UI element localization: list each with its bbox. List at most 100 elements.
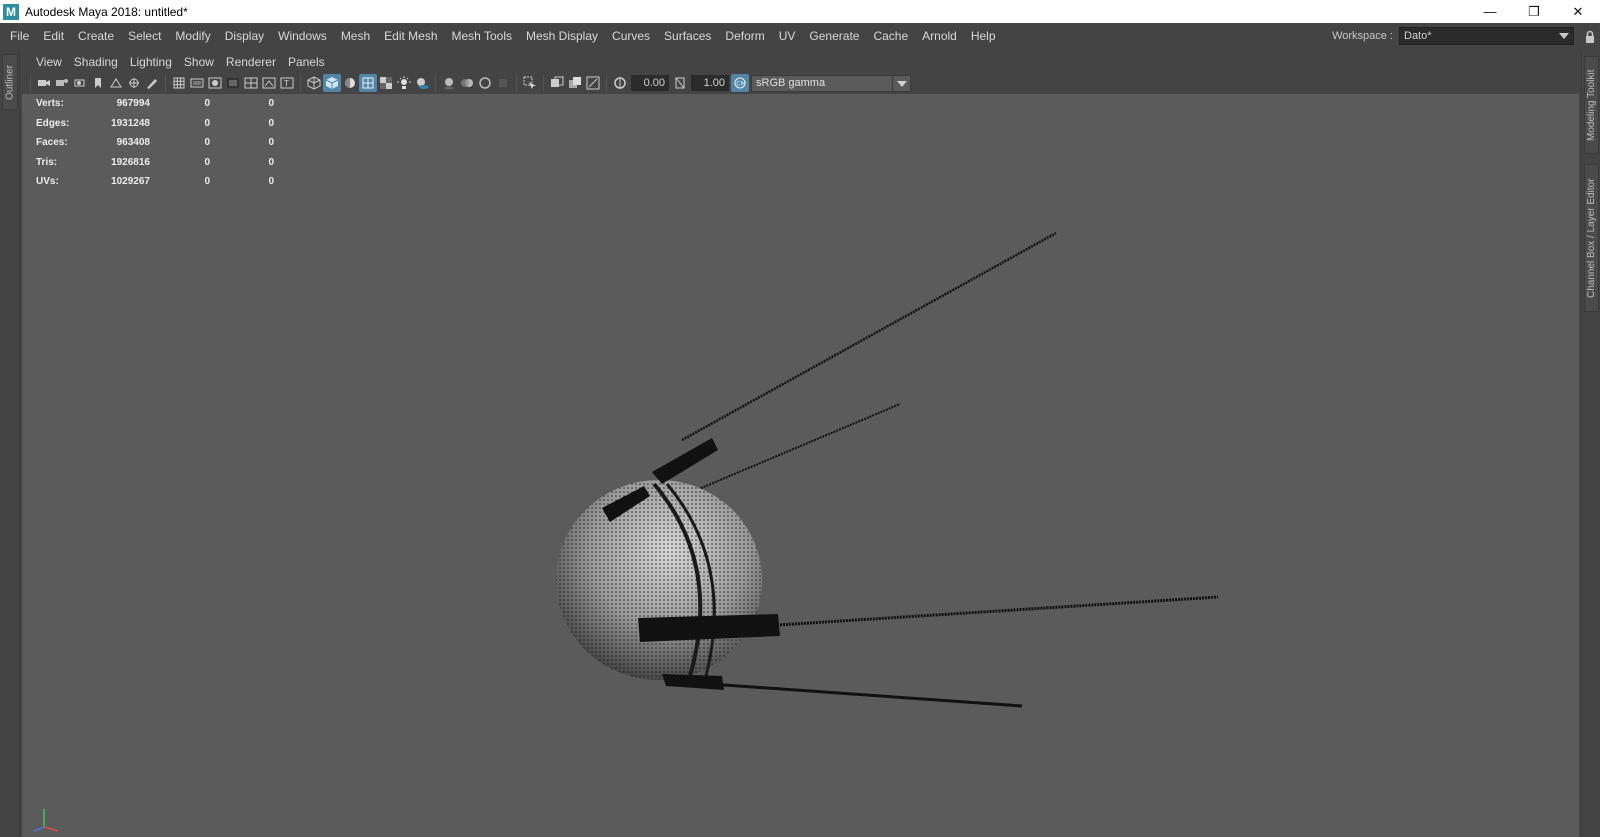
- panel-menu-lighting[interactable]: Lighting: [124, 52, 178, 72]
- gate-mask-icon[interactable]: [224, 74, 242, 92]
- lock-icon[interactable]: [1580, 23, 1600, 49]
- menu-file[interactable]: File: [0, 23, 36, 49]
- title-bar: M Autodesk Maya 2018: untitled* — ❐ ✕: [0, 0, 1600, 23]
- field-chart-icon[interactable]: [242, 74, 260, 92]
- svg-text:CM: CM: [736, 81, 745, 88]
- toolbar-divider: [516, 75, 517, 91]
- film-gate-icon[interactable]: [188, 74, 206, 92]
- sphere-wireframe: [556, 480, 762, 680]
- textured-icon[interactable]: [377, 74, 395, 92]
- multisample-aa-icon[interactable]: [476, 74, 494, 92]
- menu-mesh-tools[interactable]: Mesh Tools: [445, 23, 519, 49]
- gamma-field[interactable]: 1.00: [691, 75, 729, 91]
- svg-text:T: T: [283, 79, 289, 88]
- menu-display[interactable]: Display: [218, 23, 271, 49]
- menu-surfaces[interactable]: Surfaces: [657, 23, 718, 49]
- toolbar-divider: [606, 75, 607, 91]
- exposure-icon[interactable]: [611, 74, 629, 92]
- panel-menu-shading[interactable]: Shading: [68, 52, 124, 72]
- window-controls: — ❐ ✕: [1468, 0, 1600, 23]
- menu-generate[interactable]: Generate: [802, 23, 866, 49]
- chevron-down-icon: [892, 75, 910, 91]
- panel-menu-view[interactable]: View: [30, 52, 68, 72]
- panel-menu-show[interactable]: Show: [178, 52, 220, 72]
- menu-arnold[interactable]: Arnold: [915, 23, 964, 49]
- xray-joints-icon[interactable]: [584, 74, 602, 92]
- menu-select[interactable]: Select: [121, 23, 168, 49]
- antenna: [686, 403, 901, 495]
- toolbar-divider: [30, 75, 31, 91]
- restore-button[interactable]: ❐: [1512, 0, 1556, 23]
- motion-blur-icon[interactable]: [458, 74, 476, 92]
- color-management-icon[interactable]: CM: [731, 74, 749, 92]
- antenna: [681, 231, 1057, 442]
- use-all-lights-icon[interactable]: [395, 74, 413, 92]
- panel-menu-renderer[interactable]: Renderer: [220, 52, 282, 72]
- menu-help[interactable]: Help: [964, 23, 1003, 49]
- right-tool-strip: Modeling Toolkit Channel Box / Layer Edi…: [1581, 52, 1600, 837]
- viewport-panel: View Shading Lighting Show Renderer Pane…: [22, 52, 1579, 837]
- screen-space-ao-icon[interactable]: [440, 74, 458, 92]
- antenna-mount: [652, 438, 718, 484]
- maya-logo-icon: M: [3, 3, 19, 20]
- grid-icon[interactable]: [170, 74, 188, 92]
- image-plane-icon[interactable]: [107, 74, 125, 92]
- menu-windows[interactable]: Windows: [271, 23, 334, 49]
- exposure-field[interactable]: 0.00: [631, 75, 669, 91]
- antenna: [761, 595, 1219, 628]
- wireframe-icon[interactable]: [305, 74, 323, 92]
- menu-curves[interactable]: Curves: [605, 23, 657, 49]
- axis-gizmo-icon: [33, 809, 59, 832]
- menu-mesh[interactable]: Mesh: [334, 23, 377, 49]
- antenna-mount: [638, 614, 780, 642]
- menu-create[interactable]: Create: [71, 23, 121, 49]
- xray-active-components-icon[interactable]: [566, 74, 584, 92]
- toolbar-divider: [165, 75, 166, 91]
- sputnik-model[interactable]: [22, 94, 1579, 837]
- close-button[interactable]: ✕: [1556, 0, 1600, 23]
- 3d-viewport[interactable]: Verts: 967994 0 0 Edges: 1931248 0 0 Fac…: [22, 94, 1579, 837]
- menu-edit-mesh[interactable]: Edit Mesh: [377, 23, 444, 49]
- gamma-icon[interactable]: [671, 74, 689, 92]
- depth-of-field-icon[interactable]: [494, 74, 512, 92]
- channel-box-tab[interactable]: Channel Box / Layer Editor: [1584, 164, 1599, 312]
- bookmark-icon[interactable]: [89, 74, 107, 92]
- workspace-value: Dato*: [1404, 30, 1432, 42]
- resolution-gate-icon[interactable]: [206, 74, 224, 92]
- left-tool-strip: Outliner: [0, 52, 20, 837]
- menu-edit[interactable]: Edit: [36, 23, 71, 49]
- workspace-label: Workspace :: [1332, 30, 1393, 42]
- toolbar-divider: [300, 75, 301, 91]
- shadows-icon[interactable]: [413, 74, 431, 92]
- default-material-icon[interactable]: [341, 74, 359, 92]
- xray-icon[interactable]: [548, 74, 566, 92]
- menu-mesh-display[interactable]: Mesh Display: [519, 23, 605, 49]
- camera-attributes-icon[interactable]: [71, 74, 89, 92]
- chevron-down-icon: [1559, 33, 1569, 39]
- color-space-dropdown[interactable]: sRGB gamma: [751, 74, 911, 92]
- panel-toolbar: T 0.00 1.00 CM sRGB gamma: [22, 72, 1579, 94]
- grease-pencil-icon[interactable]: [143, 74, 161, 92]
- isolate-select-icon[interactable]: [521, 74, 539, 92]
- toolbar-divider: [435, 75, 436, 91]
- minimize-button[interactable]: —: [1468, 0, 1512, 23]
- main-menubar: File Edit Create Select Modify Display W…: [0, 23, 1600, 49]
- panel-menu-panels[interactable]: Panels: [282, 52, 331, 72]
- wireframe-on-shaded-icon[interactable]: [359, 74, 377, 92]
- select-camera-icon[interactable]: [35, 74, 53, 92]
- modeling-toolkit-tab[interactable]: Modeling Toolkit: [1584, 56, 1599, 154]
- lock-camera-icon[interactable]: [53, 74, 71, 92]
- menu-uv[interactable]: UV: [772, 23, 803, 49]
- menu-cache[interactable]: Cache: [866, 23, 915, 49]
- outliner-tab[interactable]: Outliner: [2, 54, 18, 110]
- antenna: [681, 680, 1023, 708]
- menu-deform[interactable]: Deform: [718, 23, 771, 49]
- workspace-area: Workspace : Dato*: [1332, 23, 1600, 49]
- 2d-pan-zoom-icon[interactable]: [125, 74, 143, 92]
- color-space-value: sRGB gamma: [756, 77, 826, 89]
- workspace-dropdown[interactable]: Dato*: [1399, 27, 1574, 45]
- safe-title-icon[interactable]: T: [278, 74, 296, 92]
- smooth-shade-icon[interactable]: [323, 74, 341, 92]
- menu-modify[interactable]: Modify: [168, 23, 217, 49]
- safe-action-icon[interactable]: [260, 74, 278, 92]
